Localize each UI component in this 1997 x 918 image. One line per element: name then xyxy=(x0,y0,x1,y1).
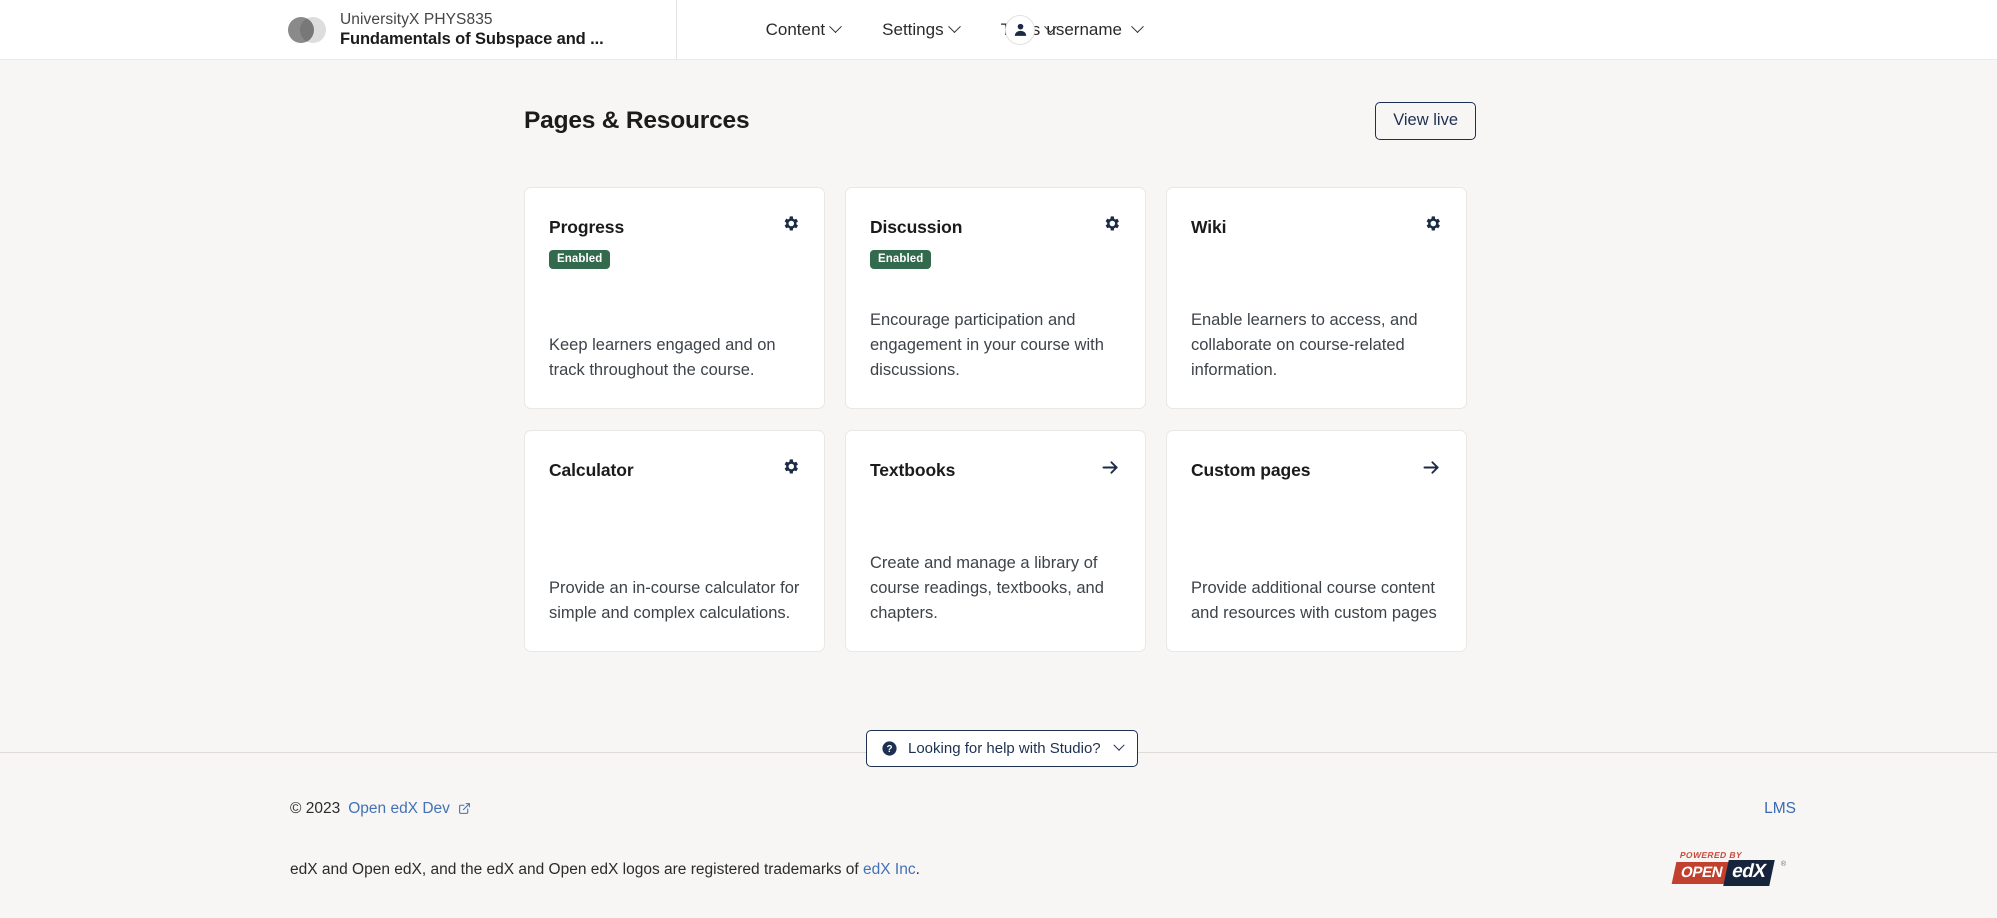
nav-item-settings[interactable]: Settings xyxy=(880,14,960,46)
avatar xyxy=(1005,15,1035,45)
gear-icon[interactable] xyxy=(1423,214,1442,233)
pages-resources-grid: Progress Enabled Keep learners engaged a… xyxy=(524,187,1476,652)
status-badge: Enabled xyxy=(870,250,931,269)
person-icon xyxy=(1012,21,1029,38)
page-header: Pages & Resources View live xyxy=(524,102,1476,140)
app-footer: © 2023 Open edX Dev LMS edX and Open edX… xyxy=(0,753,1997,890)
open-edx-dev-link[interactable]: Open edX Dev xyxy=(348,800,450,818)
card-description: Create and manage a library of course re… xyxy=(870,551,1121,627)
powered-by-open-edx-logo: POWERED BY OPEN edX ® xyxy=(1674,850,1786,890)
status-badge: Enabled xyxy=(549,250,610,269)
overlapping-circles-logo xyxy=(288,17,326,43)
card-title: Calculator xyxy=(549,460,634,481)
card-wiki[interactable]: Wiki Enable learners to access, and coll… xyxy=(1166,187,1467,409)
chevron-down-icon xyxy=(1131,20,1144,33)
course-org: UniversityX PHYS835 xyxy=(340,10,604,29)
card-description: Provide an in-course calculator for simp… xyxy=(549,576,800,626)
nav-item-content[interactable]: Content xyxy=(764,14,843,46)
header-divider xyxy=(676,0,677,59)
brand-block[interactable]: UniversityX PHYS835 Fundamentals of Subs… xyxy=(288,0,604,60)
card-description: Provide additional course content and re… xyxy=(1191,576,1442,626)
card-title: Custom pages xyxy=(1191,460,1310,481)
app-header: UniversityX PHYS835 Fundamentals of Subs… xyxy=(0,0,1997,60)
user-menu[interactable]: username xyxy=(1005,15,1142,45)
arrow-right-icon[interactable] xyxy=(1100,457,1121,478)
copyright-line: © 2023 Open edX Dev xyxy=(290,800,471,818)
card-title: Textbooks xyxy=(870,460,955,481)
card-textbooks[interactable]: Textbooks Create and manage a library of… xyxy=(845,430,1146,652)
external-link-icon xyxy=(458,802,471,815)
edx-inc-link[interactable]: edX Inc xyxy=(863,861,916,878)
powered-by-label: POWERED BY xyxy=(1679,850,1743,860)
chevron-down-icon xyxy=(829,20,842,33)
trademark-line: edX and Open edX, and the edX and Open e… xyxy=(290,861,920,879)
copyright-year: © 2023 xyxy=(290,800,340,818)
card-calculator[interactable]: Calculator Provide an in-course calculat… xyxy=(524,430,825,652)
main-content: Pages & Resources View live Progress Ena… xyxy=(0,60,1997,652)
gear-icon[interactable] xyxy=(781,457,800,476)
course-title: Fundamentals of Subspace and ... xyxy=(340,29,604,50)
card-description: Keep learners engaged and on track throu… xyxy=(549,333,800,383)
card-custom-pages[interactable]: Custom pages Provide additional course c… xyxy=(1166,430,1467,652)
arrow-right-icon[interactable] xyxy=(1421,457,1442,478)
card-discussion[interactable]: Discussion Enabled Encourage participati… xyxy=(845,187,1146,409)
gear-icon[interactable] xyxy=(1102,214,1121,233)
view-live-button[interactable]: View live xyxy=(1375,102,1476,140)
card-title: Progress xyxy=(549,217,624,238)
card-title: Wiki xyxy=(1191,217,1226,238)
registered-mark: ® xyxy=(1781,861,1786,868)
gear-icon[interactable] xyxy=(781,214,800,233)
nav-item-label: Content xyxy=(766,20,826,40)
lms-link[interactable]: LMS xyxy=(1764,800,1796,818)
trademark-period: . xyxy=(916,861,920,878)
chevron-down-icon xyxy=(948,20,961,33)
edx-wordmark: edX xyxy=(1723,860,1775,886)
card-title: Discussion xyxy=(870,217,962,238)
card-description: Enable learners to access, and collabora… xyxy=(1191,308,1442,384)
open-wordmark: OPEN xyxy=(1672,862,1731,884)
card-description: Encourage participation and engagement i… xyxy=(870,308,1121,384)
chevron-down-icon xyxy=(1113,740,1124,751)
page-title: Pages & Resources xyxy=(524,107,749,135)
username-label: username xyxy=(1046,20,1122,40)
card-progress[interactable]: Progress Enabled Keep learners engaged a… xyxy=(524,187,825,409)
trademark-text: edX and Open edX, and the edX and Open e… xyxy=(290,861,863,878)
nav-item-label: Settings xyxy=(882,20,943,40)
